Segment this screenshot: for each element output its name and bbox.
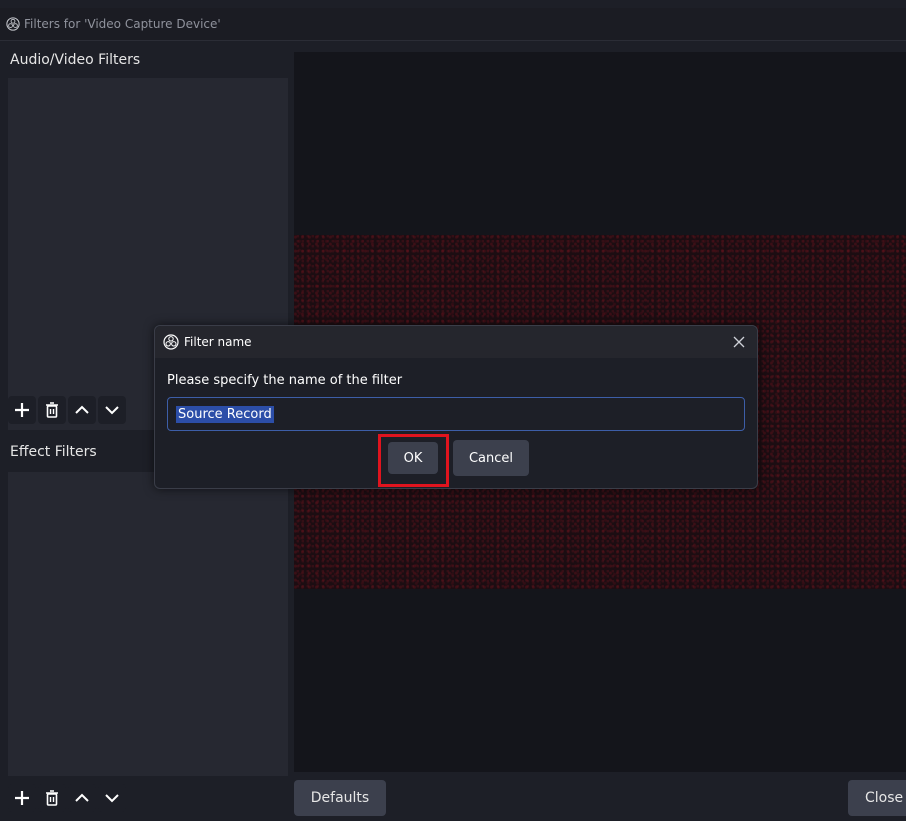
add-filter-button[interactable]: [8, 396, 36, 424]
close-icon: [733, 336, 745, 348]
plus-icon: [15, 403, 29, 417]
move-effect-filter-up-button[interactable]: [68, 784, 96, 812]
audio-video-filters-label: Audio/Video Filters: [10, 52, 141, 68]
chevron-up-icon: [75, 405, 89, 414]
window-title: Filters for 'Video Capture Device': [24, 17, 221, 31]
effect-filters-label: Effect Filters: [10, 444, 97, 460]
move-filter-up-button[interactable]: [68, 396, 96, 424]
chevron-down-icon: [105, 406, 119, 415]
ok-button[interactable]: OK: [388, 442, 438, 474]
dialog-close-button[interactable]: [729, 332, 749, 352]
audio-video-filters-toolbar: [8, 396, 126, 424]
filter-name-value: Source Record: [176, 405, 274, 423]
filter-name-input[interactable]: Source Record: [167, 397, 745, 431]
dialog-title: Filter name: [184, 335, 252, 349]
dialog-titlebar: Filter name: [155, 326, 757, 358]
dialog-button-bar: Defaults Close: [290, 772, 906, 821]
add-effect-filter-button[interactable]: [8, 784, 36, 812]
cancel-button[interactable]: Cancel: [453, 440, 529, 476]
remove-effect-filter-button[interactable]: [38, 784, 66, 812]
trash-icon: [46, 790, 58, 806]
window-titlebar: Filters for 'Video Capture Device': [0, 8, 906, 41]
obs-logo-icon: [163, 334, 179, 350]
chevron-up-icon: [75, 793, 89, 802]
close-button[interactable]: Close: [848, 780, 906, 816]
remove-filter-button[interactable]: [38, 396, 66, 424]
chevron-down-icon: [105, 794, 119, 803]
move-effect-filter-down-button[interactable]: [98, 784, 126, 812]
trash-icon: [46, 402, 58, 418]
effect-filters-list[interactable]: [8, 472, 288, 776]
filters-window: Filters for 'Video Capture Device' Audio…: [0, 0, 906, 821]
plus-icon: [15, 791, 29, 805]
defaults-button[interactable]: Defaults: [294, 780, 386, 816]
filter-name-dialog: Filter name Please specify the name of t…: [154, 325, 758, 489]
obs-logo-icon: [6, 17, 20, 31]
dialog-prompt: Please specify the name of the filter: [167, 373, 403, 388]
move-filter-down-button[interactable]: [98, 396, 126, 424]
effect-filters-toolbar: [8, 784, 126, 812]
